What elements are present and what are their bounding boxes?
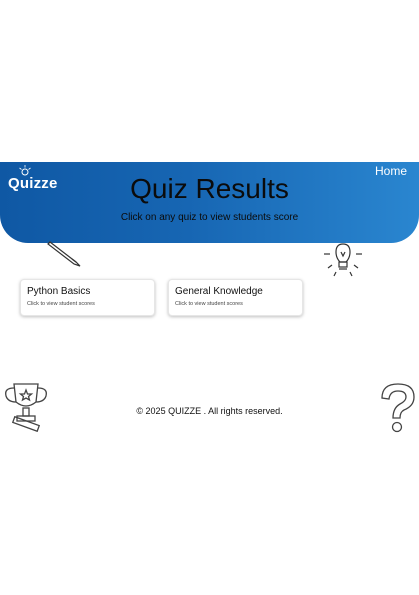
quiz-card-hint: Click to view student scores — [27, 301, 95, 307]
copyright-icon: © — [136, 406, 144, 416]
footer-text: 2025 QUIZZE . All rights reserved. — [145, 406, 283, 416]
page-title: Quiz Results — [130, 173, 289, 204]
pencil-icon — [47, 241, 81, 267]
quiz-card-general-knowledge[interactable]: General Knowledge Click to view student … — [168, 279, 303, 316]
footer: © 2025 QUIZZE . All rights reserved. — [0, 406, 419, 416]
quiz-card-hint: Click to view student scores — [175, 301, 243, 307]
trophy-icon — [5, 383, 47, 432]
page-subtitle: Click on any quiz to view students score — [120, 212, 299, 223]
quiz-card-python-basics[interactable]: Python Basics Click to view student scor… — [20, 279, 155, 316]
quiz-card-title: General Knowledge — [175, 286, 263, 297]
quiz-card-title: Python Basics — [27, 286, 91, 297]
lightbulb-icon — [324, 243, 362, 277]
